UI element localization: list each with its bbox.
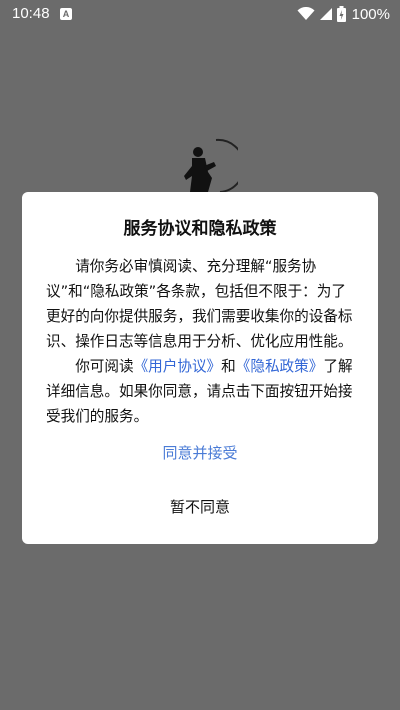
- dialog-title: 服务协议和隐私政策: [123, 219, 277, 239]
- status-time: 10:48: [12, 5, 50, 22]
- status-icons: 100%: [297, 4, 390, 24]
- wifi-icon: [297, 7, 315, 20]
- signal-icon: [319, 8, 332, 20]
- battery-percent: 100%: [351, 5, 390, 23]
- dialog-paragraph-terms: 请你务必审慎阅读、充分理解“服务协议”和“隐私政策”各条款，包括但不限于：为了更…: [46, 258, 353, 350]
- battery-charging-icon: [336, 6, 346, 22]
- decline-button[interactable]: 暂不同意: [22, 492, 378, 522]
- privacy-dialog: 服务协议和隐私政策 请你务必审慎阅读、充分理解“服务协议”和“隐私政策”各条款，…: [22, 192, 378, 544]
- user-agreement-link[interactable]: 《用户协议》: [134, 358, 222, 375]
- dialog-paragraph-links: 你可阅读《用户协议》和《隐私政策》了解详细信息。如果你同意，请点击下面按钮开始接…: [46, 354, 356, 429]
- notification-a-icon: A: [60, 8, 72, 20]
- dialog-body: 请你务必审慎阅读、充分理解“服务协议”和“隐私政策”各条款，包括但不限于：为了更…: [46, 254, 356, 429]
- status-bar: 10:48 A 100%: [0, 0, 400, 28]
- accept-button[interactable]: 同意并接受: [22, 438, 378, 468]
- app-logo-icon: [184, 138, 238, 193]
- privacy-policy-link[interactable]: 《隐私政策》: [236, 358, 324, 375]
- and-text: 和: [221, 358, 236, 375]
- read-prefix-text: 你可阅读: [75, 358, 134, 375]
